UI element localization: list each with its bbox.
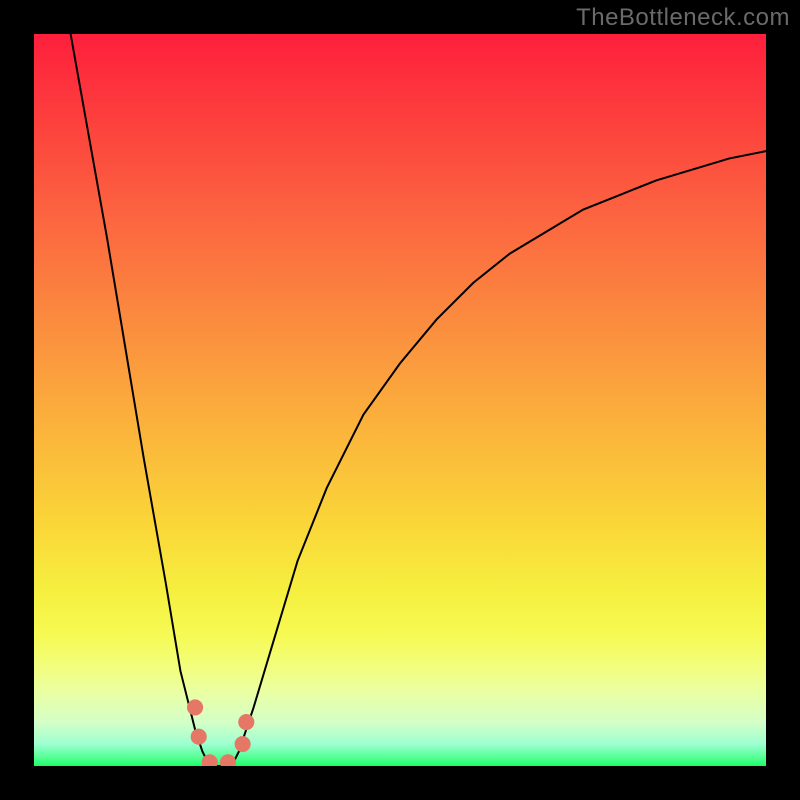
chart-frame: TheBottleneck.com	[0, 0, 800, 800]
plot-area	[34, 34, 766, 766]
watermark-text: TheBottleneck.com	[576, 4, 790, 32]
